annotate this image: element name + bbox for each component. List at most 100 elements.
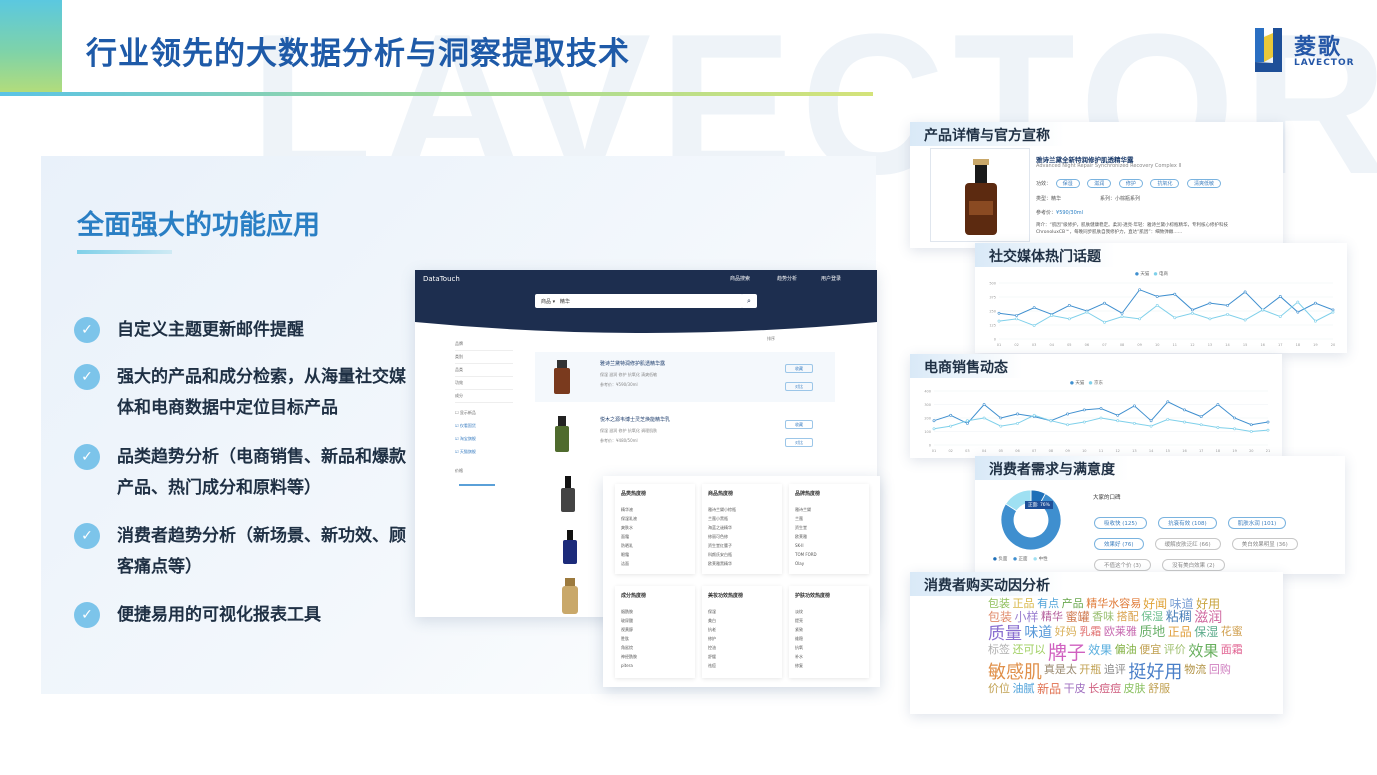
data-point <box>1082 408 1086 412</box>
data-point <box>1149 419 1153 423</box>
x-tick-label: 15 <box>1166 449 1170 453</box>
filter-item[interactable]: 功效 <box>455 377 513 390</box>
x-tick-label: 14 <box>1149 449 1154 453</box>
data-point <box>1066 423 1070 427</box>
data-point <box>1066 412 1070 416</box>
word-cloud-term: 粘稠 <box>1165 610 1192 625</box>
data-point <box>1183 420 1186 424</box>
word-cloud-term: 开瓶 <box>1079 663 1102 676</box>
word-cloud-term: 物流 <box>1184 663 1207 676</box>
ranking-card[interactable]: 品牌热度榜 雅诗兰黛 兰蔻 资生堂 欧莱雅 SK-II TOM FORD Olay <box>789 484 869 574</box>
nav-item[interactable]: 用户登录 <box>821 275 841 282</box>
word-cloud-term: 新品 <box>1037 682 1062 696</box>
nav-item[interactable]: 商品搜索 <box>730 275 750 282</box>
compare-button[interactable]: 对比 <box>785 438 813 447</box>
x-tick-label: 02 <box>948 449 952 453</box>
data-point <box>1155 295 1159 298</box>
word-cloud-term: 欧莱雅 <box>1103 625 1137 638</box>
price-slider[interactable] <box>455 478 513 491</box>
filter-item[interactable]: 成分 <box>455 390 513 403</box>
sort-label[interactable]: 排序 <box>767 336 775 342</box>
review-tag[interactable]: 效果好 (76) <box>1094 538 1144 550</box>
product-row[interactable]: 雅诗兰黛特润修护肌透精华露 保湿 滋润 修护 抗氧化 清爽低敏 参考价：¥590… <box>535 352 835 402</box>
checkbox[interactable]: ☑ 淘宝旗舰 <box>455 433 513 446</box>
word-cloud-term: 牌子 <box>1047 642 1086 664</box>
x-tick-label: 18 <box>1216 449 1220 453</box>
nav-item[interactable]: 趋势分析 <box>777 275 797 282</box>
data-point <box>1243 318 1247 322</box>
filter-item[interactable]: 类别 <box>455 351 513 364</box>
word-cloud-term: 回购 <box>1208 663 1231 676</box>
data-point <box>1032 324 1036 327</box>
x-tick-label: 12 <box>1190 343 1194 347</box>
x-tick-label: 19 <box>1232 449 1236 453</box>
review-tag[interactable]: 肌肤水润 (101) <box>1227 517 1287 529</box>
x-tick-label: 12 <box>1115 449 1119 453</box>
slide: LAVECTOR 行业领先的大数据分析与洞察提取技术 菱歌 LAVECTOR 全… <box>0 0 1377 775</box>
x-tick-label: 04 <box>1050 343 1055 347</box>
filter-item[interactable]: 品牌 <box>455 338 513 351</box>
logo-en: LAVECTOR <box>1294 58 1355 68</box>
review-tag[interactable]: 不值这个价 (3) <box>1094 559 1152 571</box>
product-bottle-image <box>965 159 997 235</box>
checkbox[interactable]: ☑ 天猫旗舰 <box>455 446 513 459</box>
feature-item: ✓ 消费者趋势分析（新场景、新功效、顾客痛点等） <box>74 521 407 583</box>
review-tag[interactable]: 抗衰有效 (108) <box>1158 517 1217 529</box>
data-point <box>997 319 1001 323</box>
checkbox[interactable]: ☑ 仅看国货 <box>455 420 513 433</box>
review-tag[interactable]: 吸收快 (125) <box>1094 517 1148 529</box>
ranking-card[interactable]: 美妆功效热度榜 保湿 美白 抗老 修护 控油 舒缓 祛痘 <box>702 586 782 678</box>
data-point <box>1216 403 1220 406</box>
feature-item: ✓ 便捷易用的可视化报表工具 <box>74 600 407 631</box>
word-cloud-term: 质地 <box>1139 625 1166 640</box>
x-tick-label: 20 <box>1249 449 1253 453</box>
word-cloud-term: 挺好用 <box>1128 662 1183 683</box>
data-point <box>1099 407 1103 410</box>
data-point <box>1190 308 1194 312</box>
word-cloud-term: 追评 <box>1103 663 1126 676</box>
y-tick-label: 100 <box>924 430 931 434</box>
word-cloud: 包装 正品 有点 产品 精华水容易 好闻 味道 好用 包装 小样 精华 蜜罐 香味 搭配 保湿 粘稠 滋润 质量味… <box>988 598 1248 710</box>
data-point <box>997 311 1001 315</box>
favorite-button[interactable]: 收藏 <box>785 420 813 429</box>
corner-accent <box>0 0 62 95</box>
data-point <box>1032 306 1036 310</box>
word-cloud-term: 香味 <box>1092 610 1115 623</box>
x-tick-label: 16 <box>1182 449 1186 453</box>
check-icon: ✓ <box>74 444 100 470</box>
x-tick-label: 08 <box>1049 449 1053 453</box>
word-cloud-term: 效果 <box>1088 643 1113 657</box>
ranking-card[interactable]: 护肤功效热度榜 淡纹 提亮 紧致 维稳 抗氧 补水 修复 <box>789 586 869 678</box>
word-cloud-term: 正品 <box>1012 597 1035 610</box>
word-cloud-term: 皮肤 <box>1123 682 1146 695</box>
review-tag[interactable]: 缓解皮肤泛红 (66) <box>1154 538 1221 550</box>
product-image <box>561 476 575 512</box>
data-point <box>932 419 936 423</box>
word-cloud-term: 保湿 <box>1194 625 1219 639</box>
review-tag[interactable]: 美白效果明显 (36) <box>1231 538 1298 550</box>
favorite-button[interactable]: 收藏 <box>785 364 813 373</box>
social-topics-card: 社交媒体热门话题 ● 天猫 ● 电商 0 125 250 375 500 01 02 03 04… <box>975 243 1347 353</box>
product-row[interactable]: 悦木之源韦博士灵芝焕能精华乳 保湿 滋润 修护 抗氧化 调理肌肤 参考价：¥48… <box>535 408 835 458</box>
data-point <box>999 424 1003 428</box>
data-point <box>1208 317 1212 321</box>
search-input[interactable]: 商品 ▾ 精华 <box>535 294 743 308</box>
filter-item[interactable]: 品类 <box>455 364 513 377</box>
product-image <box>562 578 578 614</box>
price-label: 价格 <box>455 468 463 473</box>
ecommerce-line-chart: 0 100 200 300 400 01 02 03 04 05 06 07 08 09 10 11 12 13 1… <box>924 390 1270 454</box>
word-cloud-term: 味道 <box>1169 597 1194 611</box>
data-point <box>1226 312 1229 316</box>
search-button[interactable]: ⌕ <box>741 294 757 308</box>
logo-cn: 菱歌 <box>1294 35 1343 60</box>
data-point <box>1132 404 1136 408</box>
compare-button[interactable]: 对比 <box>785 382 813 391</box>
review-tag[interactable]: 没有美白效果 (2) <box>1162 559 1225 571</box>
ranking-card[interactable]: 品类热度榜 精华液 保湿乳液 爽肤水 面霜 防晒乳 眼霜 洁面 <box>615 484 695 574</box>
checkbox[interactable]: ☐ 显示新品 <box>455 407 513 420</box>
ranking-card[interactable]: 成分热度榜 烟酰胺 玻尿酸 视黄醇 胜肽 角鲨烷 神经酰胺 pitera <box>615 586 695 678</box>
ranking-card[interactable]: 商品热度榜 雅诗兰黛小棕瓶 兰蔻小黑瓶 海蓝之谜精华 修丽可色修 资生堂红腰子 科颜氏安白… <box>702 484 782 574</box>
word-cloud-term: 包装 <box>988 610 1013 624</box>
check-icon: ✓ <box>74 317 100 343</box>
product-image <box>554 360 570 394</box>
